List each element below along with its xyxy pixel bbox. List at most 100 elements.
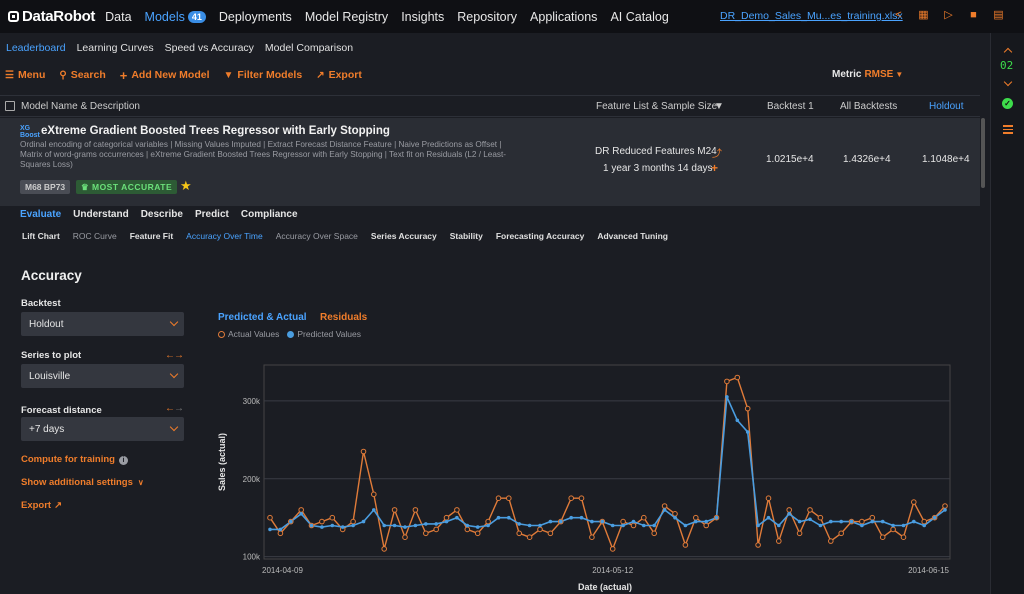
tab-roc-curve[interactable]: ROC Curve <box>73 231 117 241</box>
actual-value-point[interactable] <box>796 530 803 537</box>
predicted-value-point[interactable] <box>673 515 677 520</box>
predicted-value-point[interactable] <box>517 522 521 526</box>
col-feature-list[interactable]: Feature List & Sample Size <box>596 101 717 112</box>
tab-stability[interactable]: Stability <box>450 231 483 241</box>
tab-accuracy-over-space[interactable]: Accuracy Over Space <box>276 231 358 241</box>
predicted-value-point[interactable] <box>756 523 760 528</box>
predicted-value-point[interactable] <box>808 517 812 522</box>
actual-value-point[interactable] <box>942 503 948 509</box>
tab-advanced-tuning[interactable]: Advanced Tuning <box>597 231 668 241</box>
tab-evaluate[interactable]: Evaluate <box>20 209 61 220</box>
metric-selector[interactable]: Metric RMSE ▼ <box>832 69 903 80</box>
predicted-value-point[interactable] <box>289 519 293 524</box>
feature-list-share-icon[interactable]: ⤴ <box>712 145 722 160</box>
actual-value-point[interactable] <box>651 530 658 537</box>
arrow-left-icon[interactable]: ← <box>165 350 175 361</box>
predicted-value-point[interactable] <box>590 519 594 524</box>
arrow-right-icon[interactable]: → <box>174 350 184 361</box>
col-all-backtests[interactable]: All Backtests <box>840 101 897 112</box>
tab-predicted-actual[interactable]: Predicted & Actual <box>218 312 307 323</box>
actual-value-point[interactable] <box>911 499 917 505</box>
col-model-name[interactable]: Model Name & Description <box>21 101 140 112</box>
predicted-value-point[interactable] <box>891 523 895 528</box>
tab-forecasting-accuracy[interactable]: Forecasting Accuracy <box>496 231 585 241</box>
export-button[interactable]: ↗ Export <box>316 69 362 81</box>
tab-series-accuracy[interactable]: Series Accuracy <box>371 231 437 241</box>
actual-value-point[interactable] <box>526 534 533 540</box>
predicted-value-point[interactable] <box>538 523 542 528</box>
export-link[interactable]: Export ↗ <box>21 500 62 511</box>
nav-data[interactable]: Data <box>105 10 131 24</box>
tab-speed-vs-accuracy[interactable]: Speed vs Accuracy <box>165 42 254 54</box>
actual-value-point[interactable] <box>454 507 460 513</box>
check-circle-icon[interactable]: ✓ <box>1002 98 1013 109</box>
predicted-value-point[interactable] <box>527 523 532 528</box>
predicted-value-point[interactable] <box>839 519 843 524</box>
accuracy-over-time-chart[interactable]: 100k 200k 300k 2014-04-09 2014-05-12 2014-06… <box>200 350 970 594</box>
predicted-value-point[interactable] <box>704 519 708 524</box>
select-all-checkbox[interactable] <box>5 101 15 111</box>
compute-for-training-link[interactable]: Compute for training i <box>21 454 128 465</box>
predicted-value-point[interactable] <box>579 515 584 520</box>
tab-predict[interactable]: Predict <box>195 209 229 220</box>
actual-value-point[interactable] <box>630 522 637 529</box>
actual-value-point[interactable] <box>402 534 408 540</box>
actual-value-point[interactable] <box>474 530 481 537</box>
info-icon[interactable]: i <box>118 456 128 465</box>
actual-value-point[interactable] <box>828 538 834 544</box>
list-icon[interactable] <box>1003 125 1013 136</box>
actual-value-point[interactable] <box>443 514 450 521</box>
predicted-value-point[interactable] <box>870 519 875 524</box>
predicted-value-point[interactable] <box>787 512 791 516</box>
actual-value-point[interactable] <box>744 405 751 412</box>
chevron-down-icon[interactable] <box>1003 77 1013 87</box>
predicted-value-point[interactable] <box>340 525 345 529</box>
predicted-value-point[interactable] <box>766 515 771 520</box>
predicted-value-point[interactable] <box>424 522 428 526</box>
actual-value-point[interactable] <box>693 514 699 521</box>
actual-value-point[interactable] <box>869 514 876 521</box>
actual-value-point[interactable] <box>537 526 543 533</box>
actual-value-point[interactable] <box>277 530 284 537</box>
tab-leaderboard[interactable]: Leaderboard <box>6 42 66 54</box>
predicted-value-point[interactable] <box>320 525 324 529</box>
predicted-value-point[interactable] <box>309 523 314 528</box>
predicted-value-point[interactable] <box>548 519 553 524</box>
tab-accuracy-over-time[interactable]: Accuracy Over Time <box>186 231 263 241</box>
search-button[interactable]: ⚲ Search <box>59 69 105 81</box>
actual-value-point[interactable] <box>267 514 273 521</box>
predicted-value-point[interactable] <box>860 523 864 528</box>
folder-open-icon[interactable]: ▤ <box>992 9 1005 22</box>
actual-value-point[interactable] <box>661 503 668 509</box>
predicted-value-point[interactable] <box>725 395 729 399</box>
actual-value-point[interactable] <box>879 534 886 540</box>
actual-value-point[interactable] <box>900 534 907 540</box>
actual-value-point[interactable] <box>807 507 813 513</box>
predicted-value-point[interactable] <box>735 418 740 423</box>
predicted-value-point[interactable] <box>268 527 272 532</box>
actual-value-point[interactable] <box>682 542 689 548</box>
predicted-value-point[interactable] <box>559 519 563 524</box>
nav-repository[interactable]: Repository <box>457 10 517 24</box>
actual-value-point[interactable] <box>568 495 575 501</box>
actual-value-point[interactable] <box>298 507 304 513</box>
actual-value-point[interactable] <box>391 507 398 513</box>
predicted-value-point[interactable] <box>600 519 605 524</box>
forecast-distance-select[interactable]: +7 days <box>21 417 184 441</box>
menu-button[interactable]: ☰ Menu <box>5 69 45 81</box>
show-additional-settings-link[interactable]: Show additional settings ∨ <box>21 477 144 488</box>
actual-value-point[interactable] <box>609 546 616 552</box>
legend-predicted[interactable]: Predicted Values <box>287 329 361 339</box>
feature-list-name[interactable]: DR Reduced Features M24 <box>595 146 717 157</box>
predicted-value-point[interactable] <box>486 523 490 528</box>
add-new-model-button[interactable]: + Add New Model <box>120 68 210 83</box>
actual-value-point[interactable] <box>755 542 761 548</box>
actual-value-point[interactable] <box>516 530 523 537</box>
predicted-value-point[interactable] <box>496 515 501 520</box>
tab-lift-chart[interactable]: Lift Chart <box>22 231 60 241</box>
predicted-value-point[interactable] <box>714 515 719 520</box>
model-title[interactable]: eXtreme Gradient Boosted Trees Regressor… <box>41 125 390 137</box>
tab-understand[interactable]: Understand <box>73 209 129 220</box>
backtest-select[interactable]: Holdout <box>21 312 184 336</box>
predicted-value-point[interactable] <box>829 519 833 524</box>
